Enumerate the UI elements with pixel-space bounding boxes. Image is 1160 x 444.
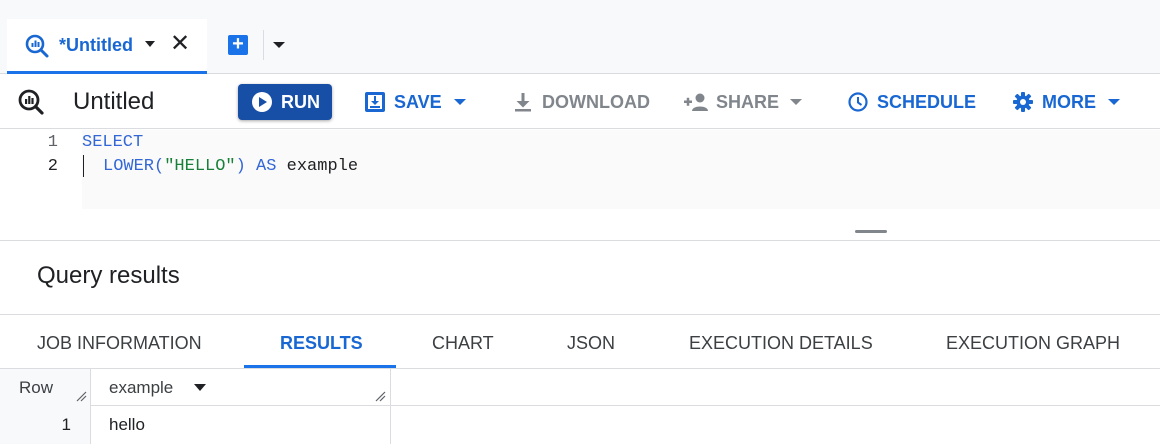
row-number: 1 xyxy=(61,415,71,434)
table-row[interactable]: 1 hello xyxy=(0,406,1160,444)
tab-execution-details[interactable]: EXECUTION DETAILS xyxy=(689,333,873,354)
line-number: 2 xyxy=(47,157,58,176)
query-icon xyxy=(18,89,44,115)
tab-untitled[interactable]: *Untitled ✕ xyxy=(7,19,207,74)
add-person-icon xyxy=(684,93,708,111)
close-icon[interactable]: ✕ xyxy=(170,32,190,56)
tab-json[interactable]: JSON xyxy=(567,333,615,354)
tab-title: *Untitled xyxy=(59,35,133,55)
chevron-down-icon xyxy=(454,99,466,105)
share-label: SHARE xyxy=(716,92,780,112)
tab-results[interactable]: RESULTS xyxy=(280,333,363,354)
chevron-down-icon[interactable] xyxy=(194,384,206,391)
results-title: Query results xyxy=(37,262,180,289)
column-resize-icon[interactable] xyxy=(75,390,87,402)
chevron-down-icon xyxy=(790,99,802,105)
tab-chart[interactable]: CHART xyxy=(432,333,494,354)
code-line[interactable]: LOWER("HELLO") AS example xyxy=(103,157,358,176)
editor-resize-handle[interactable] xyxy=(855,230,887,233)
text-cursor xyxy=(83,155,84,177)
table-header: Row example xyxy=(0,369,1160,406)
query-icon xyxy=(25,34,49,58)
keyword: SELECT xyxy=(82,133,144,152)
query-toolbar: Untitled RUN SAVE DOWNLOAD SHARE SCHEDUL… xyxy=(0,75,1160,129)
play-icon xyxy=(252,92,272,112)
run-label: RUN xyxy=(281,92,320,112)
column-header-example[interactable]: example xyxy=(91,369,391,406)
run-button[interactable]: RUN xyxy=(238,84,332,120)
clock-icon xyxy=(848,92,868,112)
save-icon xyxy=(365,92,385,112)
tab-menu-caret-icon[interactable] xyxy=(145,41,155,47)
tab-execution-graph[interactable]: EXECUTION GRAPH xyxy=(946,333,1120,354)
results-tab-bar: JOB INFORMATION RESULTS CHART JSON EXECU… xyxy=(0,314,1160,369)
download-label: DOWNLOAD xyxy=(542,92,650,112)
chevron-down-icon xyxy=(1108,99,1120,105)
schedule-label: SCHEDULE xyxy=(877,92,977,112)
divider xyxy=(0,240,1160,241)
more-label: MORE xyxy=(1042,92,1096,112)
cell-value: hello xyxy=(109,415,145,434)
active-tab-indicator xyxy=(244,365,396,368)
column-header-label: Row xyxy=(19,378,54,397)
identifier-token: example xyxy=(276,157,359,176)
keyword: AS xyxy=(256,157,277,176)
string-token: "HELLO" xyxy=(164,157,236,176)
column-header-label: example xyxy=(109,378,174,397)
column-header-row: Row xyxy=(0,369,91,406)
line-number: 1 xyxy=(47,133,58,152)
divider xyxy=(263,30,264,60)
table-cell[interactable]: hello xyxy=(91,406,391,444)
tab-job-information[interactable]: JOB INFORMATION xyxy=(37,333,202,354)
download-icon xyxy=(515,93,531,112)
plus-icon[interactable]: + xyxy=(228,34,248,55)
new-tab-menu-caret-icon[interactable] xyxy=(273,42,285,48)
punctuation-token: ) xyxy=(235,157,257,176)
sql-editor[interactable]: 1 2 SELECT LOWER("HELLO") AS example xyxy=(0,130,1160,240)
code-line[interactable]: SELECT xyxy=(82,133,143,152)
gear-icon xyxy=(1013,92,1033,112)
query-title[interactable]: Untitled xyxy=(73,88,154,116)
row-number-cell: 1 xyxy=(0,406,91,444)
editor-tab-bar: *Untitled ✕ + xyxy=(0,0,1160,74)
save-label: SAVE xyxy=(394,92,442,112)
function-token: LOWER( xyxy=(103,157,165,176)
column-resize-icon[interactable] xyxy=(374,390,386,402)
